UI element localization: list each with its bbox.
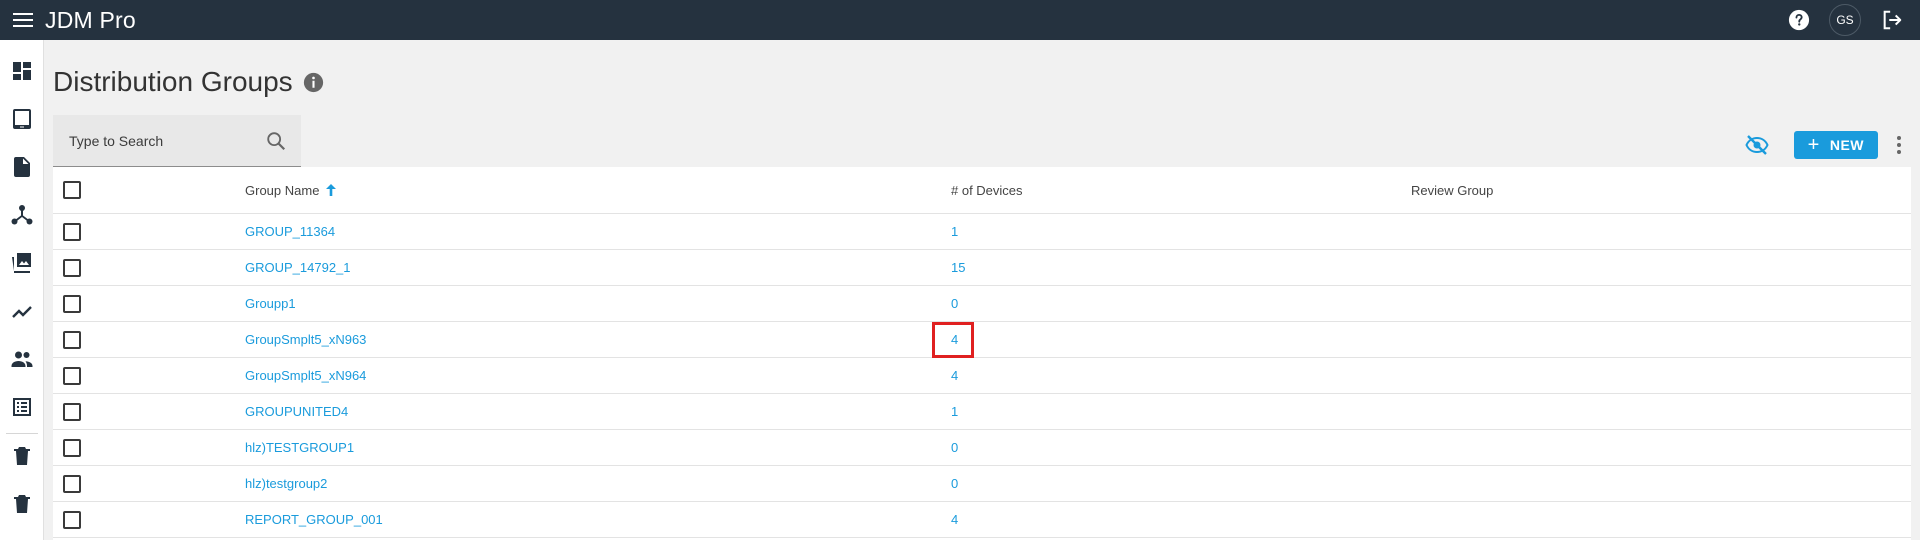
group-name-link[interactable]: GROUPUNITED4 <box>245 404 348 419</box>
device-count-link[interactable]: 0 <box>951 296 958 311</box>
tablet-icon <box>12 109 31 129</box>
avatar[interactable]: GS <box>1829 4 1861 36</box>
hamburger-menu-icon[interactable] <box>0 0 45 40</box>
plus-icon: + <box>1807 134 1820 156</box>
list-alt-icon <box>12 398 31 416</box>
table-row: GroupSmplt5_xN963 4 <box>53 322 1911 358</box>
table-row: REPORT_GROUP_001 4 <box>53 502 1911 538</box>
group-name-link[interactable]: REPORT_GROUP_001 <box>245 512 383 527</box>
table-row: GROUP_11364 1 <box>53 214 1911 250</box>
app-title: JDM Pro <box>45 6 136 33</box>
sidebar <box>0 40 44 540</box>
trash-icon <box>13 447 30 465</box>
arrow-up-icon <box>326 184 337 196</box>
device-count-link[interactable]: 15 <box>951 260 965 275</box>
table-row: GROUPUNITED4 1 <box>53 394 1911 430</box>
row-checkbox[interactable] <box>63 366 81 385</box>
sidebar-item-media[interactable] <box>0 243 43 283</box>
help-icon[interactable] <box>1786 7 1812 33</box>
group-name-link[interactable]: GroupSmplt5_xN963 <box>245 332 366 347</box>
row-checkbox[interactable] <box>63 222 81 241</box>
sidebar-item-lists[interactable] <box>0 387 43 427</box>
group-name-link[interactable]: GROUP_14792_1 <box>245 260 351 275</box>
select-all-checkbox[interactable] <box>63 181 81 199</box>
group-name-link[interactable]: GroupSmplt5_xN964 <box>245 368 366 383</box>
logout-icon[interactable] <box>1874 0 1910 40</box>
page-header: Distribution Groups <box>53 66 325 98</box>
row-checkbox[interactable] <box>63 510 81 529</box>
group-name-link[interactable]: GROUP_11364 <box>245 224 335 239</box>
new-group-button[interactable]: + NEW <box>1793 131 1878 159</box>
column-header-group-name[interactable]: Group Name <box>245 167 338 213</box>
sidebar-item-users[interactable] <box>0 339 43 379</box>
more-vert-icon[interactable] <box>1884 130 1914 160</box>
sidebar-item-analytics[interactable] <box>0 291 43 331</box>
search-input[interactable] <box>69 132 269 149</box>
sidebar-item-dashboard[interactable] <box>0 51 43 91</box>
column-header-label: # of Devices <box>951 182 1023 198</box>
trash-icon <box>13 495 30 513</box>
trending-up-icon <box>11 306 32 318</box>
document-icon <box>13 157 30 177</box>
column-header-review-group[interactable]: Review Group <box>1411 167 1493 213</box>
table-row: GROUP_14792_1 15 <box>53 250 1911 286</box>
device-count-link[interactable]: 1 <box>951 224 958 239</box>
row-checkbox[interactable] <box>63 258 81 277</box>
row-checkbox[interactable] <box>63 402 81 421</box>
search-icon[interactable] <box>265 130 287 152</box>
sidebar-item-trash-1[interactable] <box>0 436 43 476</box>
column-header-label: Group Name <box>245 182 320 198</box>
groups-table: Group Name # of Devices Review Group GRO… <box>53 167 1911 540</box>
sidebar-item-documents[interactable] <box>0 147 43 187</box>
table-header-row: Group Name # of Devices Review Group <box>53 167 1911 214</box>
device-count-link[interactable]: 4 <box>951 512 958 527</box>
group-name-link[interactable]: hlz)testgroup2 <box>245 476 327 491</box>
column-header-devices[interactable]: # of Devices <box>951 167 1023 213</box>
table-row: hlz)testgroup2 0 <box>53 466 1911 502</box>
row-checkbox[interactable] <box>63 474 81 493</box>
sidebar-item-groups[interactable] <box>0 195 43 235</box>
table-row: Groupp1 0 <box>53 286 1911 322</box>
avatar-initials: GS <box>1836 13 1854 27</box>
device-count-link[interactable]: 0 <box>951 476 958 491</box>
hierarchy-icon <box>11 205 32 225</box>
device-count-link[interactable]: 4 <box>951 332 958 347</box>
info-icon[interactable] <box>303 71 325 93</box>
device-count-link[interactable]: 1 <box>951 404 958 419</box>
table-row: hlz)TESTGROUP1 0 <box>53 430 1911 466</box>
sidebar-item-trash-2[interactable] <box>0 484 43 524</box>
page-title: Distribution Groups <box>53 66 293 97</box>
photo-library-icon <box>11 253 31 273</box>
row-checkbox[interactable] <box>63 294 81 313</box>
new-button-label: NEW <box>1829 137 1864 153</box>
group-name-link[interactable]: Groupp1 <box>245 296 296 311</box>
sidebar-item-devices[interactable] <box>0 99 43 139</box>
row-checkbox[interactable] <box>63 438 81 457</box>
row-checkbox[interactable] <box>63 330 81 349</box>
group-name-link[interactable]: hlz)TESTGROUP1 <box>245 440 354 455</box>
sidebar-divider <box>6 433 38 434</box>
device-count-link[interactable]: 0 <box>951 440 958 455</box>
top-bar: JDM Pro GS <box>0 0 1920 40</box>
device-count-link[interactable]: 4 <box>951 368 958 383</box>
search-box <box>53 115 301 167</box>
column-header-label: Review Group <box>1411 182 1494 198</box>
dashboard-icon <box>12 62 31 80</box>
table-row: GroupSmplt5_xN964 4 <box>53 358 1911 394</box>
people-icon <box>11 351 32 367</box>
visibility-off-icon[interactable] <box>1742 130 1772 160</box>
table-toolbar: + NEW <box>1742 130 1920 160</box>
